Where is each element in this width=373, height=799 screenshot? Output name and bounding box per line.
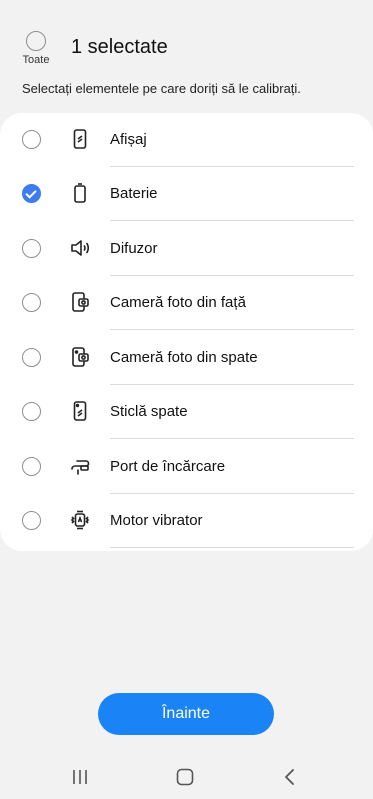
list-item-vibration-motor[interactable]: Motor vibrator <box>0 494 373 548</box>
charging-port-icon <box>69 455 91 477</box>
item-radio[interactable] <box>22 293 41 312</box>
display-icon <box>69 128 91 150</box>
item-label: Afișaj <box>110 131 147 148</box>
rear-camera-icon <box>69 346 91 368</box>
back-icon[interactable] <box>278 767 302 787</box>
select-all-label: Toate <box>22 54 50 66</box>
item-radio[interactable] <box>22 511 41 530</box>
divider <box>110 547 354 548</box>
item-radio-checked[interactable] <box>22 184 41 203</box>
list-item-speaker[interactable]: Difuzor <box>0 222 373 276</box>
item-label: Difuzor <box>110 240 158 257</box>
item-radio[interactable] <box>22 348 41 367</box>
battery-icon <box>69 182 91 204</box>
list-item-battery[interactable]: Baterie <box>0 167 373 221</box>
list-item-back-glass[interactable]: Sticlă spate <box>0 385 373 439</box>
home-icon[interactable] <box>173 767 197 787</box>
instruction-text: Selectați elementele pe care doriți să l… <box>22 81 301 96</box>
item-label: Cameră foto din spate <box>110 349 258 366</box>
list-item-rear-camera[interactable]: Cameră foto din spate <box>0 331 373 385</box>
header: Toate 1 selectate <box>0 0 373 70</box>
item-radio[interactable] <box>22 402 41 421</box>
item-radio[interactable] <box>22 457 41 476</box>
divider <box>110 220 354 221</box>
back-glass-icon <box>69 400 91 422</box>
item-label: Baterie <box>110 185 158 202</box>
recents-icon[interactable] <box>68 767 92 787</box>
select-all-radio[interactable] <box>26 31 46 51</box>
item-label: Cameră foto din față <box>110 294 246 311</box>
speaker-icon <box>69 237 91 259</box>
item-label: Sticlă spate <box>110 403 188 420</box>
items-card: Afișaj Baterie Difuzor Cameră foto din f… <box>0 113 373 551</box>
item-label: Motor vibrator <box>110 512 203 529</box>
list-item-front-camera[interactable]: Cameră foto din față <box>0 276 373 330</box>
vibration-motor-icon <box>69 509 91 531</box>
list-item-charging-port[interactable]: Port de încărcare <box>0 440 373 494</box>
item-radio[interactable] <box>22 130 41 149</box>
navigation-bar <box>0 755 373 799</box>
divider <box>110 438 354 439</box>
divider <box>110 329 354 330</box>
select-all-toggle[interactable]: Toate <box>20 31 52 66</box>
next-button[interactable]: Înainte <box>98 693 274 735</box>
item-radio[interactable] <box>22 239 41 258</box>
front-camera-icon <box>69 291 91 313</box>
item-label: Port de încărcare <box>110 458 226 475</box>
selected-count: 1 selectate <box>71 36 168 58</box>
list-item-display[interactable]: Afișaj <box>0 113 373 167</box>
